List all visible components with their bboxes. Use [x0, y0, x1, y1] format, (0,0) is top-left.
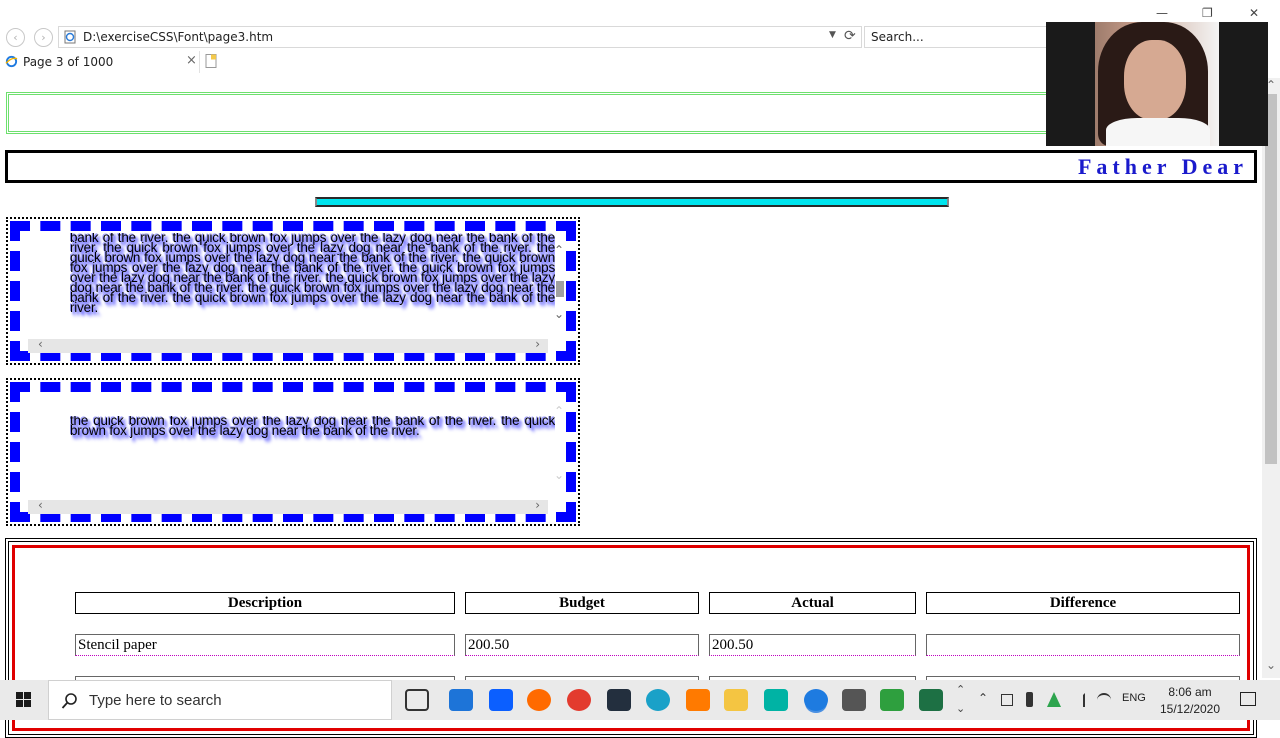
horizontal-scrollbar-2[interactable]: ‹ ›	[28, 498, 548, 514]
horizontal-rule	[315, 197, 949, 207]
header-budget: Budget	[465, 592, 699, 614]
header-description: Description	[75, 592, 455, 614]
vertical-scrollbar-2[interactable]: ⌃ ⌄	[552, 404, 566, 482]
browser-search-input[interactable]	[865, 27, 1055, 47]
heading2-box: Father Dear	[5, 150, 1257, 183]
clock-time: 8:06 am	[1168, 685, 1212, 699]
search-icon	[61, 693, 77, 709]
page-file-icon	[64, 30, 76, 44]
webcam-overlay	[1046, 22, 1268, 146]
store-icon[interactable]	[764, 689, 788, 711]
address-dropdown-icon[interactable]: ▼	[829, 30, 836, 40]
scroll-right-icon[interactable]: ›	[535, 337, 540, 351]
taskbar-search-input[interactable]	[87, 690, 377, 710]
show-hidden-icons-icon[interactable]: ⌃	[978, 691, 988, 705]
language-indicator[interactable]: ENG	[1122, 692, 1146, 704]
restore-icon[interactable]: ❐	[1202, 6, 1213, 20]
header-difference: Difference	[926, 592, 1240, 614]
camera-icon[interactable]	[842, 689, 866, 711]
file-explorer-icon[interactable]	[724, 689, 748, 711]
scroll-right-icon[interactable]: ›	[535, 498, 540, 512]
table-header-row: Description Budget Actual Difference	[75, 592, 1240, 614]
shadow-paragraph-2: the quick brown fox jumps over the lazy …	[70, 416, 555, 438]
tray-app-icon[interactable]	[1047, 692, 1061, 707]
scroll-left-icon[interactable]: ‹	[38, 498, 43, 512]
battery-icon[interactable]	[1026, 692, 1033, 707]
scroll-down-icon[interactable]: ⌄	[554, 307, 564, 321]
tray-up-arrow-icon[interactable]: ⌃	[956, 683, 965, 696]
volume-icon[interactable]	[1071, 693, 1085, 707]
wifi-icon[interactable]	[1097, 693, 1111, 707]
firefox-icon[interactable]	[527, 689, 551, 711]
windows-start-icon[interactable]	[0, 680, 48, 720]
page-scrollbar[interactable]: ⌃ ⌄	[1262, 78, 1280, 678]
webcam-person-shirt	[1106, 118, 1210, 146]
new-tab-icon[interactable]	[203, 53, 219, 69]
clock-date: 15/12/2020	[1159, 702, 1221, 716]
minimize-icon[interactable]: —	[1156, 6, 1168, 20]
webcam-person-face	[1124, 40, 1186, 120]
shadow-paragraph-1: bank of the river. the quick brown fox j…	[70, 233, 555, 315]
heading2-text: Father Dear	[1077, 154, 1248, 179]
edge-icon[interactable]	[646, 689, 670, 711]
scroll-thumb[interactable]	[556, 281, 564, 297]
taskbar-search-box[interactable]	[48, 680, 392, 720]
horizontal-scrollbar-1[interactable]: ‹ ›	[28, 337, 548, 353]
tab-close-icon[interactable]: ×	[186, 53, 197, 68]
forward-button[interactable]: ›	[34, 28, 53, 47]
scroll-box-2[interactable]: the quick brown fox jumps over the lazy …	[6, 378, 580, 526]
tab-title: Page 3 of 1000	[23, 55, 114, 69]
scroll-left-icon[interactable]: ‹	[38, 337, 43, 351]
notepad-plus-icon[interactable]	[880, 689, 904, 711]
tray-device-icon[interactable]	[1001, 694, 1013, 706]
tray-down-arrow-icon[interactable]: ⌄	[956, 702, 965, 715]
vertical-scrollbar-1[interactable]: ⌃ ⌄	[552, 243, 566, 321]
task-view-icon[interactable]	[405, 689, 429, 711]
address-url: D:\exerciseCSS\Font\page3.htm	[83, 30, 274, 44]
sublime-text-icon[interactable]	[686, 689, 710, 711]
excel-icon[interactable]	[919, 689, 943, 711]
table-row: Stencil paper 200.50 200.50	[75, 634, 1240, 656]
internet-explorer-icon[interactable]	[804, 689, 828, 711]
address-bar[interactable]: D:\exerciseCSS\Font\page3.htm ▼ ⟳	[58, 26, 862, 48]
page-scroll-thumb[interactable]	[1265, 94, 1277, 464]
scroll-box-1[interactable]: bank of the river. the quick brown fox j…	[6, 217, 580, 365]
dropbox-icon[interactable]	[489, 689, 513, 711]
mail-icon[interactable]	[449, 689, 473, 711]
refresh-icon[interactable]: ⟳	[844, 28, 856, 44]
cell-budget: 200.50	[465, 634, 699, 656]
chrome-icon[interactable]	[567, 689, 591, 711]
scroll-up-icon[interactable]: ⌃	[554, 404, 564, 418]
tab-page3[interactable]: Page 3 of 1000 ×	[0, 51, 200, 73]
ie-logo-icon	[5, 55, 18, 68]
close-window-icon[interactable]: ✕	[1249, 6, 1259, 20]
scroll-down-icon[interactable]: ⌄	[554, 468, 564, 482]
back-button[interactable]: ‹	[6, 28, 25, 47]
page-scroll-down-icon[interactable]: ⌄	[1266, 658, 1276, 672]
scroll-up-icon[interactable]: ⌃	[554, 243, 564, 257]
clock[interactable]: 8:06 am 15/12/2020	[1158, 684, 1222, 718]
notifications-icon[interactable]	[1240, 692, 1256, 706]
cell-actual: 200.50	[709, 634, 916, 656]
cell-difference	[926, 634, 1240, 656]
forward-arrow-icon: ›	[41, 31, 46, 44]
amazon-icon[interactable]	[607, 689, 631, 711]
cell-description: Stencil paper	[75, 634, 455, 656]
back-arrow-icon: ‹	[13, 31, 18, 44]
browser-search-box[interactable]	[864, 26, 1064, 48]
header-actual: Actual	[709, 592, 916, 614]
taskbar: ⌃ ⌄ ⌃ ENG 8:06 am 15/12/2020	[0, 680, 1280, 720]
